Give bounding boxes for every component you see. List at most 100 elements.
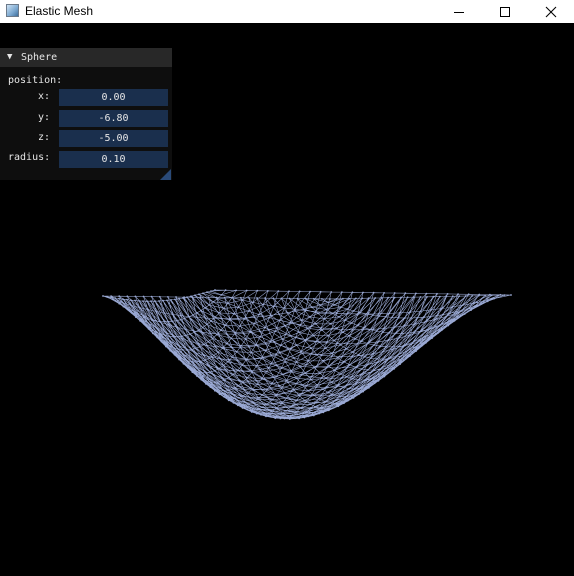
minimize-button[interactable] (436, 0, 482, 23)
mesh-node (275, 364, 278, 367)
mesh-node (147, 322, 150, 325)
mesh-node (278, 384, 281, 387)
mesh-node (227, 376, 230, 379)
mesh-node (209, 332, 212, 335)
maximize-button[interactable] (482, 0, 528, 23)
mesh-node (427, 338, 429, 341)
mesh-node (246, 403, 249, 405)
mesh-node (385, 367, 387, 370)
mesh-node (279, 344, 282, 347)
mesh-node (287, 381, 289, 384)
mesh-node (273, 305, 275, 308)
mesh-node (253, 357, 256, 360)
mesh-node (280, 401, 283, 403)
mesh-node (369, 382, 372, 384)
mesh-node (204, 317, 207, 319)
mesh-node (247, 380, 249, 383)
mesh-node (410, 317, 413, 319)
mesh-node (305, 363, 308, 366)
mesh-node (471, 295, 474, 297)
mesh-node (250, 351, 253, 354)
mesh-node (255, 411, 257, 413)
mesh-node (278, 415, 281, 418)
mesh-node (294, 403, 297, 406)
title-bar: Elastic Mesh (0, 0, 574, 23)
mesh-node (118, 302, 121, 305)
mesh-node (230, 337, 233, 340)
mesh-node (245, 289, 248, 292)
mesh-node (264, 297, 266, 299)
mesh-node (290, 347, 292, 350)
mesh-node (208, 357, 211, 360)
mesh-node (480, 303, 483, 305)
mesh-node (191, 368, 194, 371)
mesh-node (348, 398, 351, 400)
mesh-node (402, 344, 405, 347)
mesh-node (177, 344, 180, 347)
mesh-node (425, 341, 427, 344)
mesh-node (397, 337, 400, 339)
mesh-node (173, 353, 176, 356)
mesh-node (220, 317, 223, 320)
mesh-node (225, 342, 228, 345)
mesh-node (340, 377, 343, 379)
mesh-node (201, 326, 204, 329)
mesh-node (300, 319, 303, 322)
mesh-node (292, 322, 295, 324)
mesh-node (428, 328, 431, 330)
mesh-node (207, 340, 210, 343)
mesh-node (464, 295, 467, 297)
mesh-node (238, 379, 241, 382)
mesh-node (310, 325, 312, 328)
mesh-node (325, 377, 327, 379)
mesh-node (424, 320, 427, 323)
position-y-field[interactable]: -6.80 (59, 110, 168, 127)
mesh-node (329, 405, 331, 407)
mesh-node (373, 382, 376, 385)
mesh-node (466, 308, 468, 311)
mesh-node (315, 323, 317, 325)
mesh-node (295, 361, 298, 363)
mesh-node (285, 409, 288, 412)
mesh-node (256, 289, 259, 292)
mesh-node (315, 340, 318, 343)
mesh-node (217, 351, 220, 354)
mesh-node (319, 406, 322, 409)
position-x-field[interactable]: 0.00 (59, 89, 168, 106)
mesh-node (348, 297, 351, 300)
mesh-node (408, 334, 410, 337)
mesh-node (151, 329, 154, 331)
mesh-node (159, 320, 162, 323)
mesh-node (183, 317, 186, 320)
mesh-node (457, 293, 459, 295)
mesh-node (246, 408, 249, 411)
mesh-node (406, 349, 409, 352)
mesh-node (312, 394, 315, 397)
position-z-field[interactable]: -5.00 (59, 130, 168, 147)
mesh-node (218, 367, 220, 370)
render-viewport[interactable]: ▼ Sphere position: x: 0.00 y: -6.80 z: -… (0, 23, 574, 576)
close-button[interactable] (528, 0, 574, 23)
mesh-node (182, 362, 185, 365)
collapse-arrow-icon[interactable]: ▼ (7, 51, 12, 64)
resize-grip-icon[interactable] (160, 169, 171, 180)
mesh-node (236, 359, 239, 361)
radius-field[interactable]: 0.10 (59, 151, 168, 168)
mesh-node (268, 316, 271, 319)
mesh-node (419, 310, 422, 312)
mesh-node (285, 358, 288, 360)
mesh-node (275, 375, 278, 378)
mesh-node (226, 385, 228, 387)
mesh-node (179, 314, 182, 317)
mesh-node (371, 383, 374, 386)
mesh-node (212, 317, 215, 320)
mesh-node (226, 333, 228, 335)
mesh-node (435, 332, 437, 335)
mesh-node (196, 312, 198, 314)
sphere-panel-header[interactable]: ▼ Sphere (0, 48, 172, 67)
mesh-node (428, 336, 431, 338)
mesh-node (142, 300, 144, 302)
mesh-node (356, 313, 359, 315)
mesh-node (143, 323, 146, 326)
mesh-node (490, 294, 493, 297)
